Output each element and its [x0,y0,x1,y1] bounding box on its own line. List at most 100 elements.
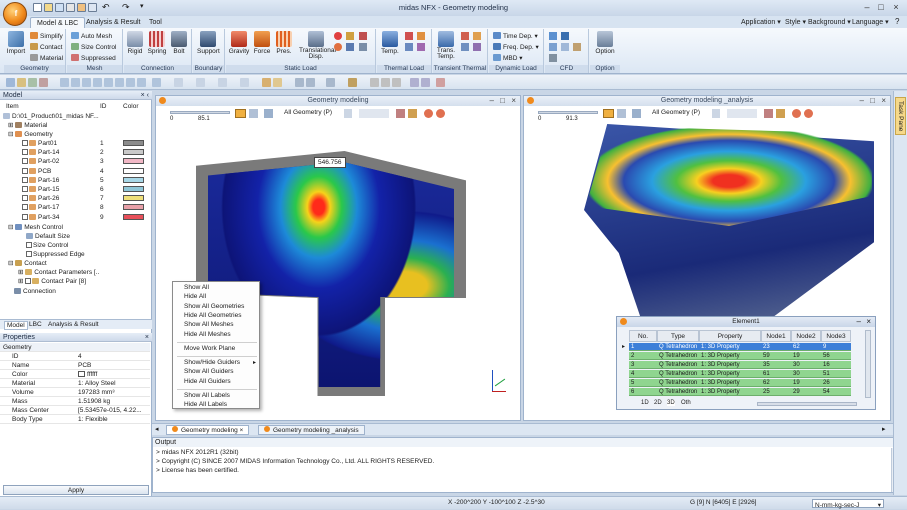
view-mode-icon[interactable] [235,109,246,118]
zoom-fit-icon[interactable] [71,78,80,87]
tree-default-size[interactable]: Default Size [26,232,176,241]
context-menu-item[interactable]: Hide All Guiders [184,378,231,386]
size-control-button[interactable]: Size Control [71,43,116,52]
column-header[interactable]: Type [657,330,699,342]
cfd-source-icon[interactable] [549,54,557,62]
tab-model-lbc[interactable]: Model & LBC [30,17,86,28]
suppressed-button[interactable]: Suppressed [71,54,116,63]
tab-analysis-result-panel[interactable]: Analysis & Result [48,321,99,328]
wireframe-icon[interactable] [273,78,282,87]
tab-analysis-result[interactable]: Analysis & Result [80,17,146,28]
support-button[interactable]: Support [197,31,220,55]
viewport-close-icon[interactable]: × [881,96,886,106]
legend-icon[interactable] [421,78,430,87]
viewport-close-icon[interactable]: × [511,96,516,106]
force-button[interactable]: Force [251,31,273,55]
minimize-icon[interactable]: – [860,2,874,13]
column-item[interactable]: Item [6,103,19,110]
select-icon[interactable] [6,78,15,87]
moment-icon[interactable] [359,32,367,40]
table-row[interactable]: 2 Q Tetrahedron 1: 3D Property 59 19 56 [629,352,851,360]
color-swatch[interactable] [123,167,144,174]
convection-icon[interactable] [405,43,413,51]
color-swatch[interactable] [123,149,144,156]
torque-icon[interactable] [334,43,342,51]
select-box-icon[interactable] [28,78,37,87]
checkbox[interactable] [26,251,32,257]
sheet-tab-2d[interactable]: 2D [654,400,662,406]
spring-button[interactable]: Spring [146,31,168,55]
table-row[interactable]: 5 Q Tetrahedron 1: 3D Property 62 19 26 [629,379,851,387]
color-swatch[interactable] [123,213,144,220]
doc-tab-geometry-modeling[interactable]: Geometry modeling × [166,425,250,435]
view-dropdown-icon[interactable] [196,78,205,87]
checkbox[interactable] [22,213,28,220]
property-row[interactable]: Volume 197283 mm³ [0,388,150,397]
front-view-icon[interactable] [152,78,161,87]
maximize-icon[interactable]: □ [874,2,888,13]
translational-disp-button[interactable]: Translational Disp. [299,31,336,60]
pick-icon[interactable] [632,109,641,118]
tab-lbc[interactable]: LBC [29,321,42,328]
tree-mesh-control[interactable]: ⊟ Mesh Control [8,223,158,232]
hide-selected-icon[interactable] [408,109,417,118]
trans-heat-flux-icon[interactable] [461,32,469,40]
prescribed-icon[interactable] [359,43,367,51]
horizontal-scrollbar[interactable] [757,402,857,406]
property-row[interactable]: Body Type 1: Flexible [0,415,150,424]
sheet-tab-oth[interactable]: Oth [681,400,691,406]
doc-tab-geometry-modeling-analysis[interactable]: Geometry modeling _analysis [258,425,365,435]
freq-dep-button[interactable]: Freq. Dep. ▾ [493,43,539,52]
property-row[interactable]: Mass 1.51908 kg [0,397,150,406]
bearing-load-icon[interactable] [346,32,354,40]
context-menu-item[interactable]: Show All Labels [184,392,230,400]
simplify-button[interactable]: Simplify [30,32,63,41]
rigid-button[interactable]: Rigid [124,31,146,55]
property-row[interactable]: Color ffffff [0,370,150,379]
remote-load-icon[interactable] [346,43,354,51]
column-header[interactable]: Node3 [821,330,851,342]
tree-contact-pair[interactable]: ⊞ Contact Pair [8] [18,277,168,286]
heat-source-icon[interactable] [417,32,425,40]
pointer-icon[interactable] [436,78,445,87]
checkbox[interactable] [22,195,28,202]
viewport-minimize-icon[interactable]: – [490,96,494,106]
auto-mesh-button[interactable]: Auto Mesh [71,32,112,41]
history-icon[interactable] [424,109,433,118]
select-mode-icon[interactable] [617,109,626,118]
tree-suppressed-edge[interactable]: Suppressed Edge [26,250,176,259]
table-row[interactable]: 6 Q Tetrahedron 1: 3D Property 25 29 54 [629,388,851,396]
checkbox[interactable] [26,242,32,248]
fit-icon[interactable] [137,78,146,87]
table-row[interactable]: 1 Q Tetrahedron 1: 3D Property 23 62 9 [629,343,851,351]
panel-close-icon[interactable]: × ‹ [141,91,149,100]
geometry-filter-dropdown[interactable]: All Geometry (P) [284,109,332,116]
column-header[interactable]: Property [699,330,761,342]
task-pane-tab[interactable]: Task Pane [895,97,906,136]
tab-tool[interactable]: Tool [143,17,168,28]
select-mode-icon[interactable] [249,109,258,118]
context-menu-item[interactable]: Show All [184,284,209,292]
option-button[interactable]: Option [594,31,616,55]
context-menu-item[interactable]: Show All Meshes [184,321,234,329]
context-menu-item[interactable]: Hide All [184,293,206,301]
contact-button[interactable]: Contact [30,43,62,52]
measure-icon[interactable] [348,78,357,87]
heat-flux-icon[interactable] [405,32,413,40]
trans-heat-source-icon[interactable] [473,32,481,40]
element-window-minimize-icon[interactable]: – [857,317,861,326]
transparency-slider[interactable] [538,111,598,114]
column-id[interactable]: ID [100,103,107,110]
context-menu-item[interactable]: Show All Guiders [184,368,234,376]
tab-model[interactable]: Model [4,321,28,330]
app-logo-icon[interactable]: f [3,2,27,26]
pick-icon[interactable] [264,109,273,118]
cfd-fan-icon[interactable] [561,43,569,51]
help-icon[interactable]: ? [895,17,899,26]
grid-icon[interactable] [370,78,379,87]
property-row[interactable]: Name PCB [0,361,150,370]
tree-part[interactable]: Part-14 2 [22,148,172,157]
shade-icon[interactable] [262,78,271,87]
tree-part[interactable]: Part-17 8 [22,203,172,212]
tree-contact-parameters[interactable]: ⊞ Contact Parameters [.. [18,268,168,277]
